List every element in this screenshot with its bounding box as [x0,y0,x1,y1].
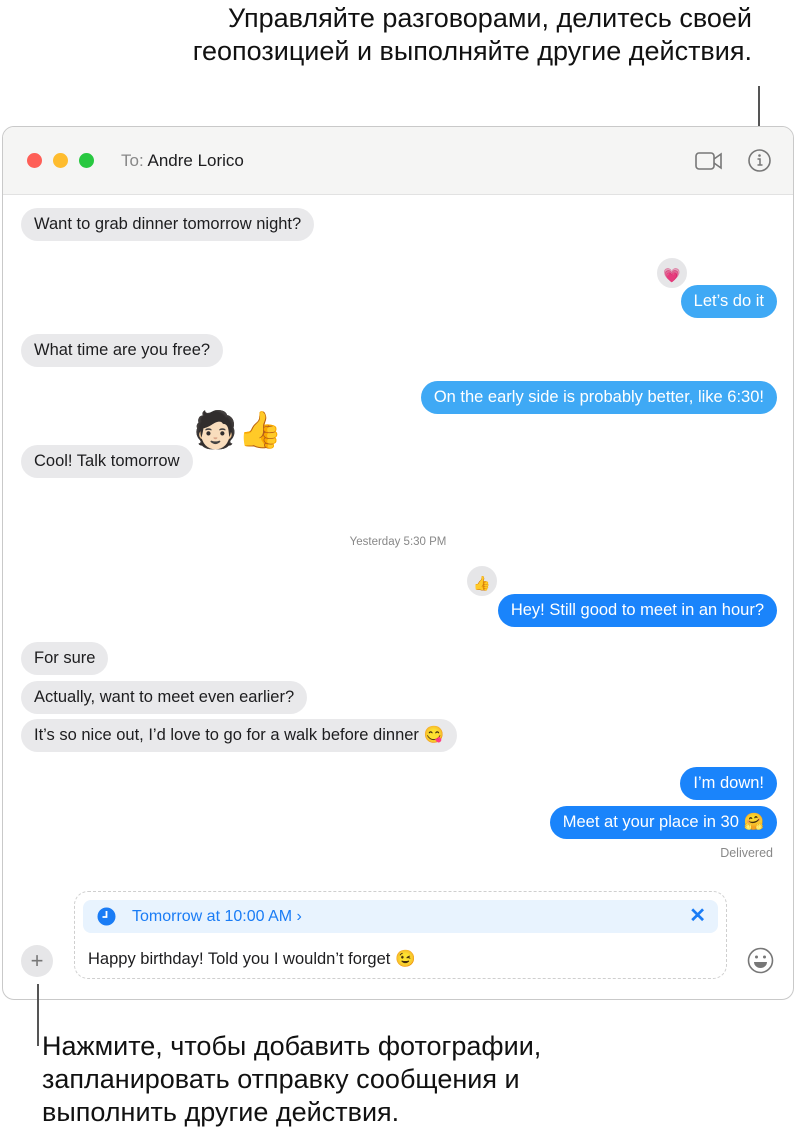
timestamp: Yesterday 5:30 PM [349,536,447,548]
heart-tapback-icon: 💗 [655,256,689,290]
schedule-banner[interactable]: Tomorrow at 10:00 AM › ✕ [83,900,718,933]
cancel-schedule-icon[interactable]: ✕ [689,900,706,933]
minimize-button[interactable] [53,153,68,168]
callout-bottom: Нажмите, чтобы добавить фотографии, запл… [42,1031,542,1127]
message-bubble[interactable]: Want to grab dinner tomorrow night? [21,208,315,241]
title-bar: To: Andre Lorico [3,127,793,195]
zoom-button[interactable] [79,153,94,168]
emoji-picker-icon[interactable] [747,947,774,974]
thumbs-up-tapback-icon: 👍 [465,564,499,598]
to-label: To: [121,151,144,170]
delivered-status: Delivered [720,846,773,860]
message-bubble[interactable]: On the early side is probably better, li… [420,381,777,414]
message-bubble[interactable]: Actually, want to meet even earlier? [21,681,308,714]
video-call-icon[interactable] [695,151,723,171]
close-button[interactable] [27,153,42,168]
message-bubble[interactable]: I’m down! [680,767,777,800]
message-bubble[interactable]: For sure [21,642,109,675]
message-bubble[interactable]: Let’s do it [680,285,777,318]
plus-icon[interactable]: + [21,945,53,977]
message-bubble[interactable]: Cool! Talk tomorrow [21,445,193,478]
message-bubble[interactable]: Hey! Still good to meet in an hour? [497,594,777,627]
message-bubble[interactable]: What time are you free? [21,334,224,367]
info-icon[interactable] [747,148,772,173]
messages-window: To: Andre Lorico Want to grab dinner tom… [2,126,794,1000]
message-bubble[interactable]: It’s so nice out, I’d love to go for a w… [21,719,458,752]
message-input[interactable]: Happy birthday! Told you I wouldn’t forg… [88,950,416,969]
callout-line [37,984,39,1046]
message-bubble[interactable]: Meet at your place in 30 🤗 [549,806,777,839]
recipient-name: Andre Lorico [147,151,244,170]
callout-top: Управляйте разговорами, делитесь своей г… [192,3,752,66]
memoji-sticker: 🧑🏻👍 [193,409,283,450]
schedule-time[interactable]: Tomorrow at 10:00 AM › [132,908,302,925]
compose-field[interactable]: Tomorrow at 10:00 AM › ✕ Happy birthday!… [74,891,727,979]
recipient-field[interactable]: To: Andre Lorico [121,151,244,171]
clock-icon [97,907,116,926]
